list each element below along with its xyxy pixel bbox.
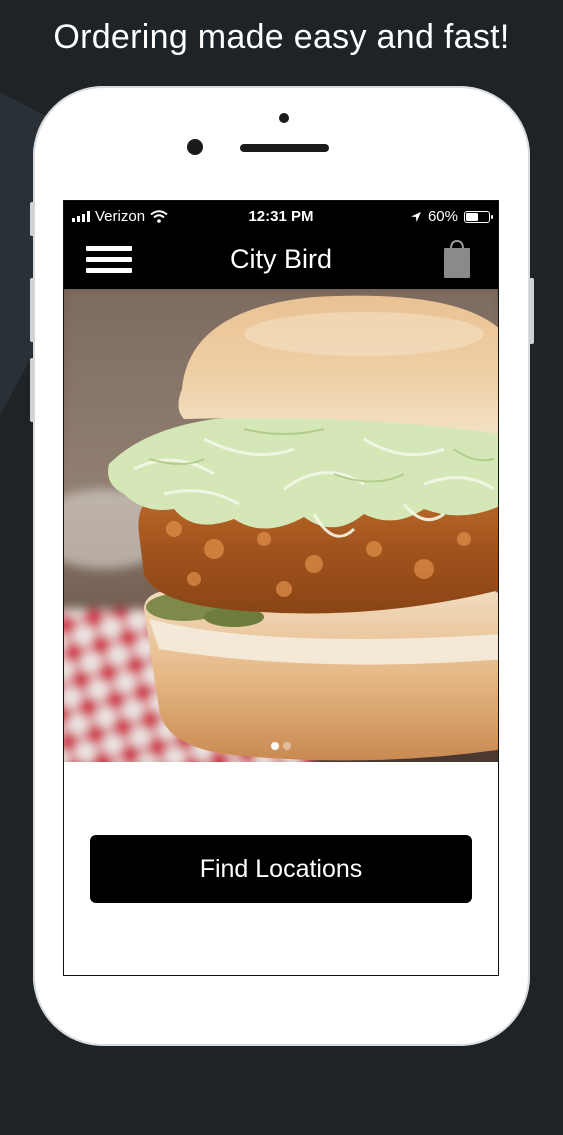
status-bar: Verizon 12:31 PM 60% xyxy=(64,201,498,231)
shopping-bag-icon[interactable] xyxy=(442,239,472,279)
app-screen: Verizon 12:31 PM 60% City Bird Find Loca… xyxy=(63,200,499,976)
battery-icon xyxy=(464,210,493,223)
location-arrow-icon xyxy=(410,211,421,222)
battery-percent: 60% xyxy=(427,208,458,225)
find-locations-button[interactable]: Find Locations xyxy=(90,835,472,903)
page-title: City Bird xyxy=(229,244,332,274)
phone-volume-up-button xyxy=(30,278,34,342)
hero-image-fried-chicken-sandwich[interactable] xyxy=(64,289,498,762)
carousel-dot[interactable] xyxy=(271,742,279,750)
proximity-sensor xyxy=(279,113,289,123)
earpiece-speaker xyxy=(240,144,329,152)
phone-side-button xyxy=(30,202,34,236)
navigation-bar: City Bird xyxy=(64,231,498,289)
marketing-headline: Ordering made easy and fast! xyxy=(53,18,510,56)
phone-volume-down-button xyxy=(30,358,34,422)
burger-photo xyxy=(64,289,498,762)
front-camera xyxy=(187,139,203,155)
carousel-page-indicator[interactable] xyxy=(64,737,498,755)
carousel-dot[interactable] xyxy=(283,742,291,750)
phone-power-button xyxy=(529,278,534,344)
